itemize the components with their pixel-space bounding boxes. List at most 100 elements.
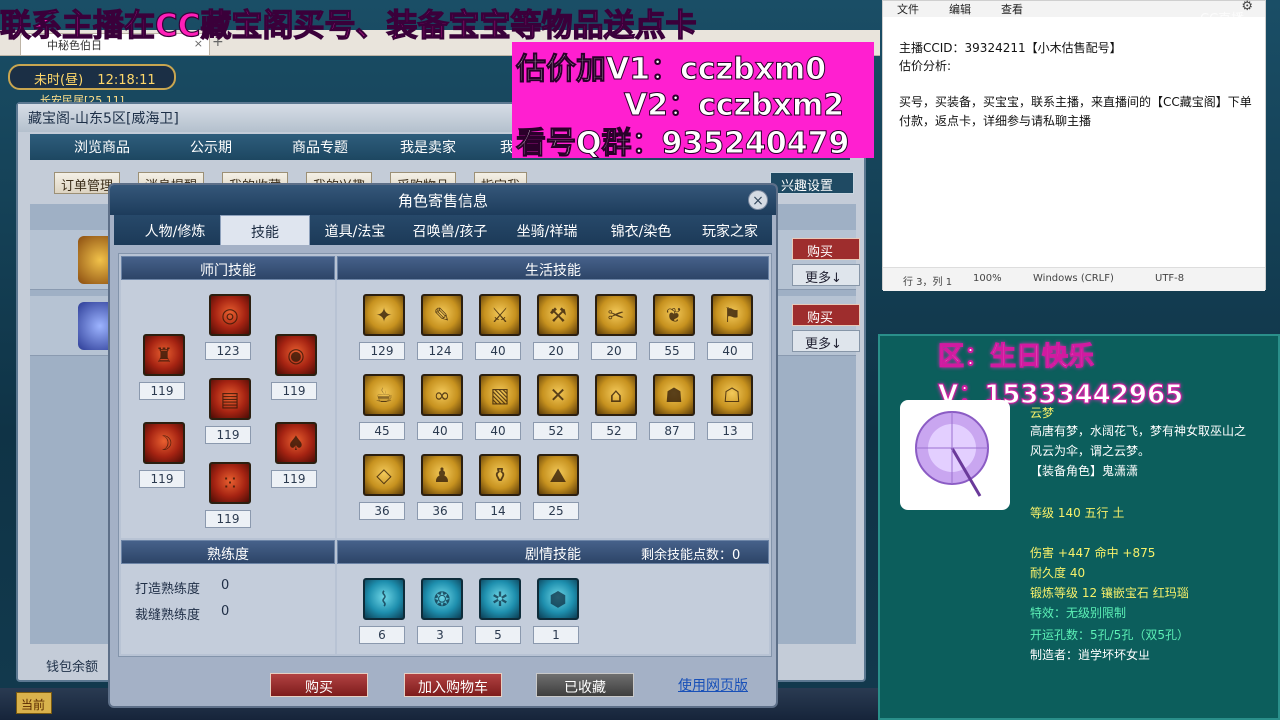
- life-skill[interactable]: ◇ 36: [359, 454, 407, 520]
- plot-skill[interactable]: ❂ 3: [417, 578, 465, 644]
- skill-level: 40: [417, 422, 463, 440]
- shop-tab-topics[interactable]: 商品专题: [292, 137, 348, 157]
- skill-level: 55: [649, 342, 695, 360]
- add-to-cart-button[interactable]: 加入购物车: [404, 673, 502, 697]
- life-skill[interactable]: ⌂ 52: [591, 374, 639, 440]
- skill-level: 20: [533, 342, 579, 360]
- life-skill[interactable]: ☗ 87: [649, 374, 697, 440]
- life-skill[interactable]: ⛰ 25: [533, 454, 581, 520]
- status-encoding: UTF-8: [1155, 273, 1185, 284]
- life-skill[interactable]: ✕ 52: [533, 374, 581, 440]
- skill-icon: ∞: [421, 374, 463, 416]
- dialog-tab-bar: 人物/修炼 技能 道具/法宝 召唤兽/孩子 坐骑/祥瑞 锦衣/染色 玩家之家: [114, 215, 772, 245]
- skill-level: 52: [591, 422, 637, 440]
- skills-panel: 师门技能 生活技能 ◎ 123 ♜ 119 ◉ 119 ▤ 119 ☽ 119 ♠ 119 …: [118, 253, 772, 657]
- remaining-points: 剩余技能点数：0: [641, 544, 740, 563]
- ring-swirl-icon: ◎: [209, 294, 251, 336]
- skill-level: 119: [205, 426, 251, 444]
- umbrella-icon: [900, 400, 1010, 510]
- item-forge: 锻炼等级 12 镶嵌宝石 红玛瑙: [1030, 586, 1189, 600]
- sect-skill[interactable]: ◉ 119: [271, 334, 319, 400]
- sect-skill[interactable]: ♠ 119: [271, 422, 319, 488]
- tab-pets[interactable]: 召唤兽/孩子: [400, 215, 500, 245]
- item-desc-2: 风云为伞，谓之云梦。: [1030, 444, 1151, 458]
- sect-skill[interactable]: ♜ 119: [139, 334, 187, 400]
- life-skill[interactable]: ⚑ 40: [707, 294, 755, 360]
- sect-skill[interactable]: ☽ 119: [139, 422, 187, 488]
- tab-items[interactable]: 道具/法宝: [310, 215, 400, 245]
- skill-level: 119: [139, 470, 185, 488]
- life-skill[interactable]: ♟ 36: [417, 454, 465, 520]
- current-channel-button[interactable]: 当前: [16, 692, 52, 714]
- tab-role[interactable]: 人物/修炼: [130, 215, 220, 245]
- skill-icon: ✲: [479, 578, 521, 620]
- dialog-header: 角色寄售信息 ×: [110, 185, 776, 215]
- sect-skill[interactable]: ◎ 123: [205, 294, 253, 360]
- menu-file[interactable]: 文件: [897, 1, 919, 17]
- skill-icon: ⌇: [363, 578, 405, 620]
- plot-skill[interactable]: ⌇ 6: [359, 578, 407, 644]
- more-button[interactable]: 更多↓: [792, 330, 860, 352]
- life-skill[interactable]: ☕ 45: [359, 374, 407, 440]
- skill-level: 52: [533, 422, 579, 440]
- note-paragraph: 买号，买装备，买宝宝，联系主播，来直播间的【CC藏宝阁】下单付款，返点卡，详细参…: [899, 95, 1252, 128]
- buy-button[interactable]: 购买: [270, 673, 368, 697]
- notepad-window: 文件 编辑 查看 ⚙ 主播CCID：39324211【小木估售配号】 估价分析:…: [882, 0, 1266, 291]
- skill-icon: ◇: [363, 454, 405, 496]
- dots-icon: ⁙: [209, 462, 251, 504]
- life-skill[interactable]: ⚔ 40: [475, 294, 523, 360]
- time-period: 未时(昼): [34, 73, 84, 88]
- skill-icon: ☖: [711, 374, 753, 416]
- tailor-proficiency-value: 0: [221, 604, 230, 619]
- promo-contact-box: 估价加V1：cczbxm0 V2：cczbxm2 看号Q群：935240479: [512, 42, 874, 162]
- skill-level: 40: [475, 342, 521, 360]
- buy-button[interactable]: 购买: [792, 238, 860, 260]
- skill-level: 1: [533, 626, 579, 644]
- life-skill[interactable]: ▧ 40: [475, 374, 523, 440]
- life-skill[interactable]: ⚒ 20: [533, 294, 581, 360]
- life-skill[interactable]: ❦ 55: [649, 294, 697, 360]
- tab-outfits[interactable]: 锦衣/染色: [594, 215, 688, 245]
- skill-level: 45: [359, 422, 405, 440]
- sect-skill[interactable]: ⁙ 119: [205, 462, 253, 528]
- shop-tab-public[interactable]: 公示期: [190, 137, 232, 157]
- skill-icon: ✎: [421, 294, 463, 336]
- skill-level: 124: [417, 342, 463, 360]
- life-skill[interactable]: ✦ 129: [359, 294, 407, 360]
- skill-icon: ⚑: [711, 294, 753, 336]
- skill-level: 119: [271, 382, 317, 400]
- promo-area-text: 区：生日快乐: [937, 342, 1095, 373]
- life-skill[interactable]: ☖ 13: [707, 374, 755, 440]
- plot-skill[interactable]: ⬢ 1: [533, 578, 581, 644]
- close-icon[interactable]: ×: [748, 190, 768, 210]
- life-skill[interactable]: ⚱ 14: [475, 454, 523, 520]
- plot-skill[interactable]: ✲ 5: [475, 578, 523, 644]
- more-button[interactable]: 更多↓: [792, 264, 860, 286]
- figure-icon: ♠: [275, 422, 317, 464]
- menu-edit[interactable]: 编辑: [949, 1, 971, 17]
- skill-icon: ✂: [595, 294, 637, 336]
- shop-tab-browse[interactable]: 浏览商品: [74, 137, 130, 157]
- life-skill[interactable]: ∞ 40: [417, 374, 465, 440]
- tab-mounts[interactable]: 坐骑/祥瑞: [500, 215, 594, 245]
- skill-level: 36: [359, 502, 405, 520]
- skill-icon: ♟: [421, 454, 463, 496]
- skill-level: 3: [417, 626, 463, 644]
- favorited-button[interactable]: 已收藏: [536, 673, 634, 697]
- interest-settings-button[interactable]: 兴趣设置: [770, 172, 854, 194]
- skill-icon: ▧: [479, 374, 521, 416]
- life-skill[interactable]: ✂ 20: [591, 294, 639, 360]
- shop-tab-seller[interactable]: 我是卖家: [400, 137, 456, 157]
- sect-skill[interactable]: ▤ 119: [205, 378, 253, 444]
- buy-button[interactable]: 购买: [792, 304, 860, 326]
- promo-banner: 联系主播在CC藏宝阁买号、装备宝宝等物品送点卡: [0, 7, 697, 44]
- watermark-corner: CC直播: [1200, 12, 1245, 27]
- dialog-title: 角色寄售信息: [397, 192, 488, 210]
- life-skill[interactable]: ✎ 124: [417, 294, 465, 360]
- web-version-link[interactable]: 使用网页版: [678, 675, 748, 695]
- spiral-icon: ◉: [275, 334, 317, 376]
- item-level: 等级 140 五行 土: [1030, 506, 1125, 520]
- menu-view[interactable]: 查看: [1001, 1, 1023, 17]
- tab-skills[interactable]: 技能: [220, 215, 310, 245]
- tab-home[interactable]: 玩家之家: [688, 215, 772, 245]
